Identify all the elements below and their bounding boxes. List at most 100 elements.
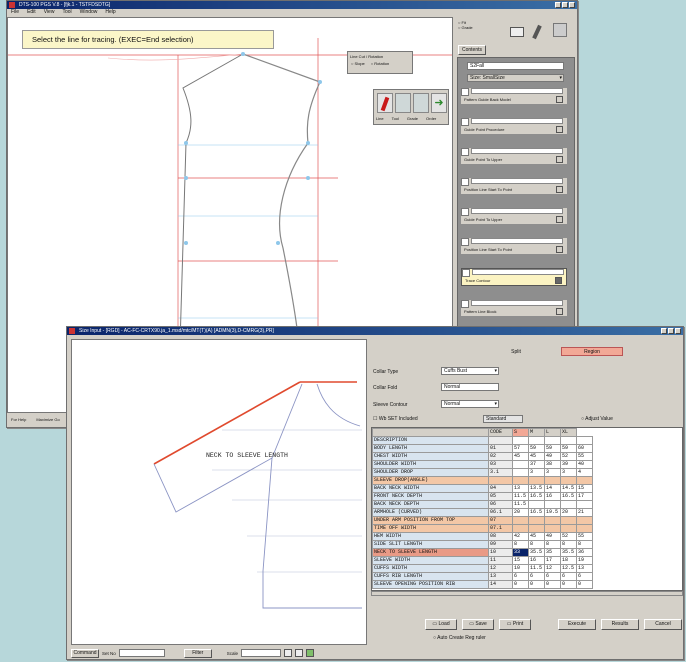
value-cell[interactable]: 6 [544, 572, 561, 581]
value-cell[interactable] [512, 524, 529, 533]
value-cell[interactable]: 45 [512, 452, 529, 461]
value-cell[interactable] [560, 476, 577, 485]
pen-tool-button[interactable] [377, 93, 393, 113]
minimize-button[interactable] [661, 328, 667, 334]
preview-canvas[interactable]: NECK TO SLEEVE LENGTH [71, 339, 367, 645]
value-cell[interactable]: 20 [560, 508, 577, 517]
value-cell[interactable]: 8 [576, 540, 593, 549]
value-cell[interactable]: 35.5 [528, 548, 545, 557]
zoom-icon[interactable] [284, 649, 293, 657]
pencil-icon[interactable] [532, 24, 542, 40]
results-button[interactable]: Results [601, 619, 639, 630]
seg-tab-split[interactable]: Split [491, 349, 541, 355]
value-cell[interactable]: 6 [576, 572, 593, 581]
value-cell[interactable]: 60 [576, 444, 593, 453]
contents-tab[interactable]: Contents [458, 45, 486, 55]
table-row[interactable]: CUFFS RIB LENGTH 13 6 6 6 6 6 [372, 572, 593, 581]
value-cell[interactable] [544, 500, 561, 509]
item-select-button[interactable] [555, 277, 562, 284]
item-checkbox[interactable] [462, 269, 470, 277]
save-button[interactable]: ▭ Save [462, 619, 494, 630]
value-cell[interactable]: 13 [576, 564, 593, 573]
value-cell[interactable]: 35 [544, 548, 561, 557]
value-cell[interactable]: 18 [560, 556, 577, 565]
adjust-value-radio[interactable]: ○ Adjust Value [581, 416, 613, 422]
value-cell[interactable] [544, 516, 561, 525]
pan-icon[interactable] [295, 649, 304, 657]
close-button[interactable] [569, 2, 575, 8]
value-cell[interactable]: 37 [528, 460, 545, 469]
print-button[interactable]: ▭ Print [499, 619, 531, 630]
load-button[interactable]: ▭ Load [425, 619, 457, 630]
value-cell[interactable]: 59 [528, 444, 545, 453]
value-cell[interactable] [512, 460, 529, 469]
table-row[interactable]: SLEEVE DROP(ANGLE) [372, 476, 593, 485]
value-cell[interactable]: 17 [544, 556, 561, 565]
tab-grade[interactable]: ○ Grade [458, 25, 473, 30]
item-select-button[interactable] [556, 186, 563, 193]
set-no-field[interactable] [118, 649, 165, 657]
column-header[interactable]: S [512, 428, 529, 437]
value-cell[interactable]: 16.5 [560, 492, 577, 501]
panel-item[interactable]: Position Line Start To Point [461, 178, 567, 194]
menu-tool[interactable]: Tool [62, 9, 71, 16]
value-cell[interactable]: 3 [560, 468, 577, 477]
eraser-icon[interactable] [510, 27, 524, 37]
table-row[interactable]: SIDE SLIT LENGTH 09 8 8 8 8 8 [372, 540, 593, 549]
value-cell[interactable] [560, 436, 577, 445]
value-cell[interactable]: 14 [544, 484, 561, 493]
value-cell[interactable]: 11.5 [528, 564, 545, 573]
value-cell[interactable]: 59 [544, 444, 561, 453]
value-cell[interactable]: 6 [512, 572, 529, 581]
item-select-button[interactable] [556, 156, 563, 163]
value-cell[interactable] [512, 516, 529, 525]
panel-item-selected[interactable]: Trace Contour [461, 268, 567, 286]
column-header[interactable]: M [528, 428, 545, 437]
table-row[interactable]: BACK NECK DEPTH 06 11.5 [372, 500, 593, 509]
table-row[interactable]: HEM WIDTH 08 42 45 49 52 55 [372, 532, 593, 541]
value-cell[interactable]: 21 [576, 508, 593, 517]
value-cell[interactable]: 11.5 [512, 500, 529, 509]
pattern-window-titlebar[interactable]: DTS-100 PGS V.8 - [fjk.1 - TSTFDSDTG] [7, 1, 577, 9]
value-cell[interactable] [512, 476, 529, 485]
command-button[interactable]: Command [71, 648, 99, 658]
value-cell[interactable]: 8 [544, 540, 561, 549]
menu-edit[interactable]: Edit [27, 9, 36, 16]
table-row[interactable]: ARMHOLE (CURVED) 06.1 20 16.5 19.5 20 21 [372, 508, 593, 517]
value-cell[interactable]: 35.5 [560, 548, 577, 557]
item-checkbox[interactable] [461, 88, 469, 96]
value-cell[interactable]: 38 [544, 460, 561, 469]
value-cell[interactable] [528, 516, 545, 525]
item-select-button[interactable] [556, 308, 563, 315]
collar-fold-field[interactable]: Normal [441, 383, 499, 391]
value-cell[interactable]: 16 [528, 556, 545, 565]
panel-item[interactable]: Pattern Line Block [461, 300, 567, 316]
value-cell[interactable] [576, 500, 593, 509]
value-cell[interactable]: 15 [512, 556, 529, 565]
value-cell[interactable]: 8 [528, 540, 545, 549]
value-cell[interactable] [544, 436, 561, 445]
tool-icon[interactable] [553, 23, 567, 37]
value-cell[interactable]: 16.5 [528, 492, 545, 501]
value-cell[interactable]: 36 [576, 548, 593, 557]
value-cell[interactable]: 0 [528, 580, 545, 589]
value-cell[interactable] [528, 476, 545, 485]
panel-item[interactable]: Position Line Start To Point [461, 238, 567, 254]
value-cell[interactable]: 0 [512, 580, 529, 589]
menu-view[interactable]: View [44, 9, 55, 16]
table-row[interactable]: TIME OFF WIDTH 07.1 [372, 524, 593, 533]
value-cell[interactable]: 49 [544, 452, 561, 461]
item-checkbox[interactable] [461, 238, 469, 246]
value-cell[interactable] [512, 436, 529, 445]
value-cell[interactable]: 10 [512, 564, 529, 573]
value-cell[interactable] [576, 436, 593, 445]
value-cell[interactable] [576, 476, 593, 485]
minimize-button[interactable] [555, 2, 561, 8]
size-input-titlebar[interactable]: Size Input - [RGD] - AC-FC-CRTX90.ja_1.m… [67, 327, 683, 335]
value-cell[interactable]: 40 [576, 460, 593, 469]
item-select-button[interactable] [556, 96, 563, 103]
value-cell[interactable]: 13.5 [528, 484, 545, 493]
value-cell[interactable] [528, 500, 545, 509]
table-row[interactable]: SLEEVE WIDTH 11 15 16 17 18 19 [372, 556, 593, 565]
value-cell[interactable] [528, 524, 545, 533]
